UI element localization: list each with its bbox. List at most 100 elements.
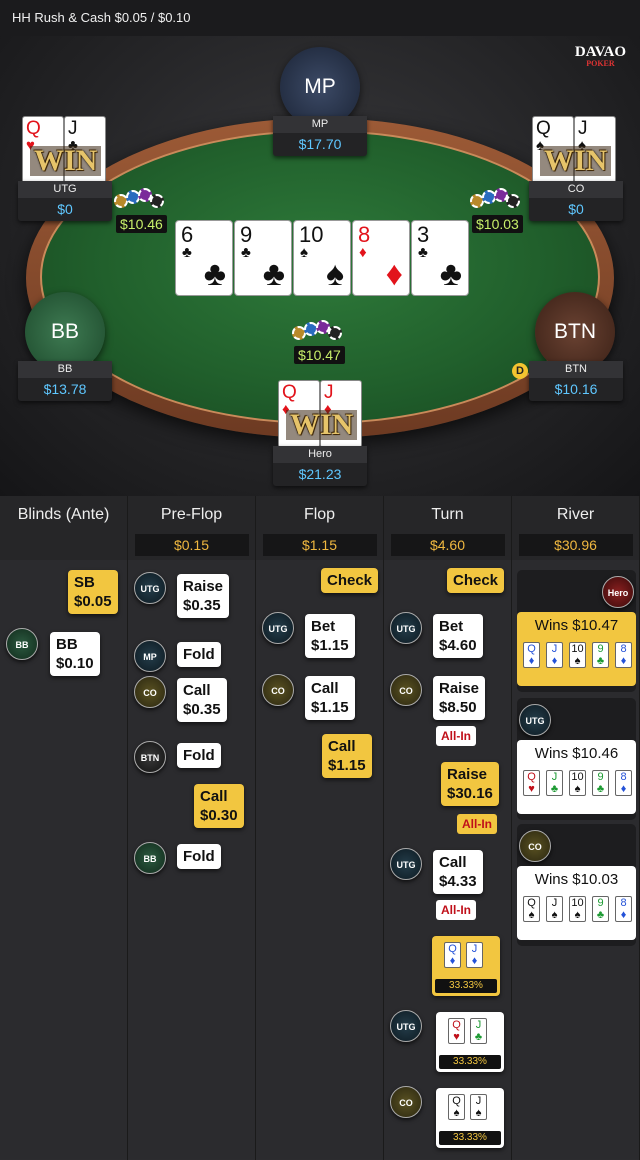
- action-amount: $8.50: [439, 699, 477, 716]
- card-suit-icon: ♠: [453, 1107, 460, 1119]
- card-rank: J: [578, 118, 588, 139]
- action-bubble: Call $1.15: [322, 734, 372, 778]
- hand-title: HH Rush & Cash $0.05 / $0.10: [12, 10, 191, 25]
- action-bubble: Fold: [177, 743, 221, 768]
- seat-utg-cards: Q♥J♣WIN: [22, 116, 108, 184]
- action-bubble: SB $0.05: [68, 570, 118, 614]
- seat-hero-nameplate: Hero $21.23: [273, 446, 367, 486]
- board-card: 3 ♣ ♣: [411, 220, 469, 296]
- action-bubble: Check: [321, 568, 379, 593]
- title-bar: HH Rush & Cash $0.05 / $0.10: [0, 0, 640, 36]
- mini-card: J ♦: [466, 942, 483, 968]
- action-name: BB: [56, 636, 78, 653]
- card-suit-icon: ♣: [182, 244, 192, 261]
- action-name: Bet: [311, 618, 336, 635]
- pot-utg-amount: $10.46: [116, 215, 167, 233]
- street-header: Turn $4.60: [384, 496, 512, 560]
- allin-badge: All-In: [436, 900, 476, 920]
- equity-percent: 33.33%: [439, 1131, 501, 1145]
- action-amount: $1.15: [311, 699, 349, 716]
- seat-bb-avatar[interactable]: BB: [25, 292, 105, 372]
- seat-avatar-utg: UTG: [390, 848, 422, 880]
- card-rank: Q: [448, 943, 457, 955]
- win-amount: Wins $10.03: [534, 871, 619, 888]
- action-name: Bet: [439, 618, 464, 635]
- street-pot: $1.15: [262, 534, 377, 556]
- action-amount: $0.10: [56, 655, 94, 672]
- mini-card: J ♣: [470, 1018, 487, 1044]
- equity-box: Q ♦ J ♦ 33.33%: [432, 936, 500, 996]
- card-rank: 10: [571, 771, 584, 783]
- equity-percent: 33.33%: [435, 979, 497, 993]
- street-title: River: [556, 506, 595, 523]
- seat-co-nameplate: CO $0: [529, 181, 623, 221]
- seat-avatar-co: CO: [390, 674, 422, 706]
- win-amount: Wins $10.47: [534, 617, 619, 634]
- card-rank: J: [475, 1019, 482, 1031]
- card-suit-icon: ♣: [241, 244, 251, 261]
- card-suit-icon: ♣: [596, 909, 605, 921]
- seat-avatar-utg: UTG: [390, 612, 422, 644]
- street-title: Blinds (Ante): [17, 506, 110, 523]
- equity-percent: 33.33%: [439, 1055, 501, 1069]
- card-rank: J: [68, 118, 78, 139]
- card-suit-icon: ♣: [439, 255, 462, 293]
- card-suit-icon: ♣: [550, 783, 559, 795]
- win-amount: Wins $10.46: [534, 745, 619, 762]
- mini-card: J ♣: [546, 770, 563, 796]
- seat-avatar-bb: BB: [134, 842, 166, 874]
- board-card: 9 ♣ ♣: [234, 220, 292, 296]
- mini-card: Q ♦: [523, 642, 540, 668]
- card-suit-icon: ♣: [474, 1031, 483, 1043]
- action-amount: $30.16: [447, 785, 493, 802]
- street-pot: $0.15: [134, 534, 249, 556]
- seat-co-cards: Q♠J♠WIN: [532, 116, 618, 184]
- seat-utg-nameplate: UTG $0: [18, 181, 112, 221]
- card-rank: J: [551, 897, 558, 909]
- seat-avatar-co: CO: [390, 1086, 422, 1118]
- action-name: Call: [183, 682, 211, 699]
- equity-box: Q ♠ J ♠ 33.33%: [436, 1088, 504, 1148]
- seat-avatar-co: CO: [519, 830, 551, 862]
- action-name: Fold: [183, 747, 215, 764]
- mini-card: Q ♠: [448, 1094, 465, 1120]
- seat-avatar-mp: MP: [134, 640, 166, 672]
- card-rank: 10: [571, 897, 584, 909]
- card-rank: Q: [282, 382, 297, 403]
- card-suit-icon: ♦: [528, 655, 535, 667]
- seat-mp-avatar[interactable]: MP: [280, 47, 360, 127]
- result-panel: CO Wins $10.03 Q ♠ J ♠ 10 ♠ 9 ♣ 8 ♦: [517, 824, 636, 946]
- seat-btn-avatar[interactable]: BTN: [535, 292, 615, 372]
- card-suit-icon: ♠: [475, 1107, 482, 1119]
- action-name: Raise: [447, 766, 488, 783]
- card-rank: Q: [527, 771, 536, 783]
- card-rank: Q: [527, 897, 536, 909]
- card-rank: Q: [452, 1095, 461, 1107]
- mini-card: 9 ♣: [592, 770, 609, 796]
- card-rank: Q: [452, 1019, 461, 1031]
- card-rank: J: [551, 643, 558, 655]
- action-amount: $4.60: [439, 637, 477, 654]
- card-suit-icon: ♠: [325, 255, 344, 293]
- street-header: River $30.96: [512, 496, 640, 560]
- pot-main-amount: $10.47: [294, 346, 345, 364]
- card-suit-icon: ♦: [385, 255, 403, 293]
- result-panel: UTG Wins $10.46 Q ♥ J ♣ 10 ♠ 9 ♣ 8 ♦: [517, 698, 636, 820]
- action-bubble: Raise $30.16: [441, 762, 499, 806]
- seat-avatar-utg: UTG: [262, 612, 294, 644]
- action-name: Call: [311, 680, 339, 697]
- action-bubble: Bet $4.60: [433, 614, 483, 658]
- card-rank: Q: [527, 643, 536, 655]
- street-title: Turn: [431, 506, 464, 523]
- card-rank: J: [324, 382, 334, 403]
- street-title: Pre-Flop: [160, 506, 223, 523]
- board-card: 8 ♦ ♦: [352, 220, 410, 296]
- chip-stack-icon: [290, 318, 346, 342]
- card-rank: 9: [597, 897, 604, 909]
- street-header: Flop $1.15: [256, 496, 384, 560]
- win-badge: WIN: [540, 146, 612, 176]
- mini-card: 8 ♦: [615, 770, 632, 796]
- card-rank: 9: [597, 771, 604, 783]
- action-amount: $1.15: [328, 757, 366, 774]
- action-bubble: Fold: [177, 642, 221, 667]
